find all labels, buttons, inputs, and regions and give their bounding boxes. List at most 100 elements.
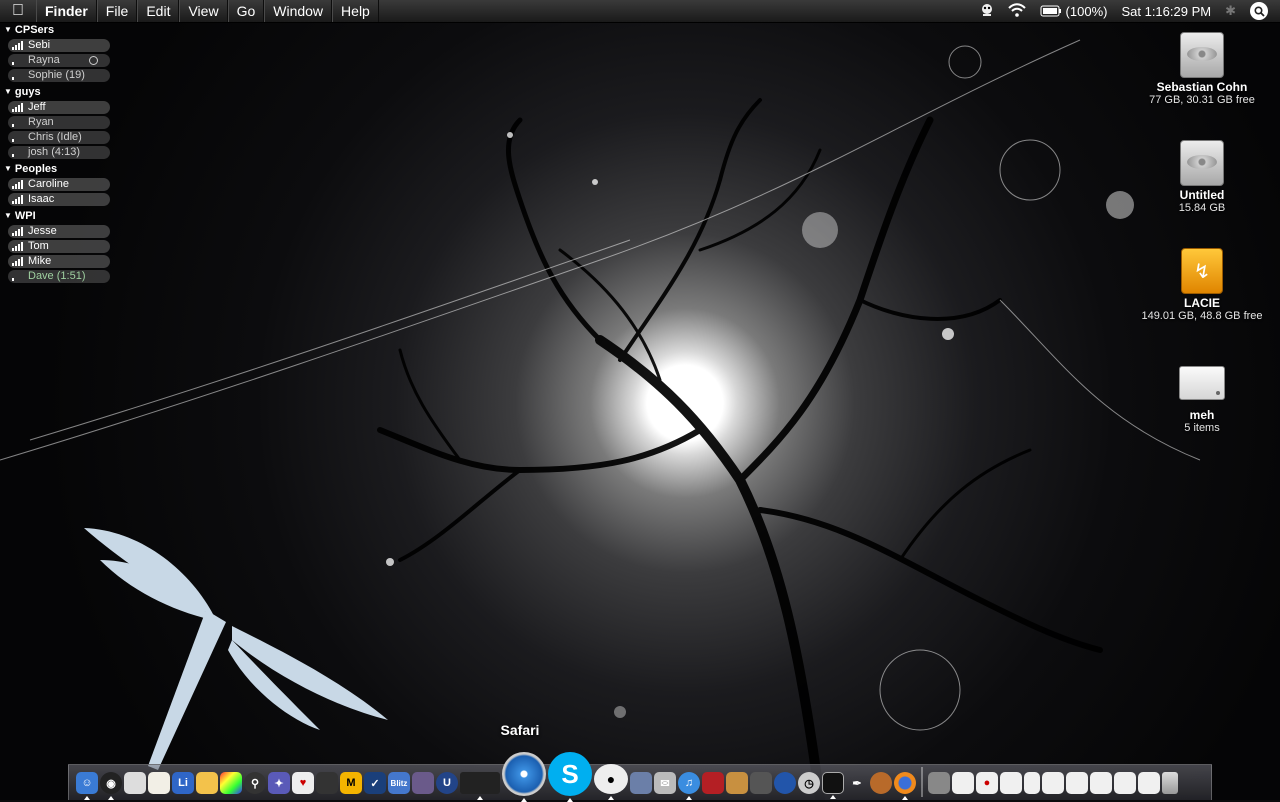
disclosure-triangle-icon[interactable]: ▼ [4,22,12,38]
buddy-ryan[interactable]: Ryan [8,116,110,129]
network-icon[interactable] [774,772,796,794]
documents-stack-icon[interactable] [928,772,950,794]
blitz-icon[interactable]: Blitz [388,772,410,794]
console-icon[interactable] [460,772,500,800]
monitor-icon[interactable] [822,772,844,799]
signal-bars-icon [12,227,24,236]
menu-edit[interactable]: Edit [137,0,180,22]
desktop-icon-info: 77 GB, 30.31 GB free [1149,94,1255,106]
group-wpi[interactable]: ▼ WPI [4,208,112,224]
buddy-tom[interactable]: Tom [8,240,110,253]
textedit-icon[interactable] [148,772,170,794]
dock: ☺ ◉ Li ⚲ ✦ ♥ M ✓ Blitz U S ● ✉ ♫ ◷ ✒ ● [68,752,1212,802]
buddy-rayna[interactable]: Rayna [8,54,110,67]
usb-drive-icon: ↯ [1181,248,1223,294]
unreal-icon[interactable]: U [436,772,458,794]
document-icon[interactable] [1114,772,1136,794]
bluetooth-icon[interactable]: ✱ [1225,3,1236,19]
clock-icon[interactable]: ◷ [798,772,820,794]
menu-go[interactable]: Go [227,0,265,22]
disclosure-triangle-icon[interactable]: ▼ [4,208,12,224]
desktop-icon-label: LACIE [1184,296,1220,310]
buddy-josh[interactable]: josh (4:13) [8,146,110,159]
buddy-chris[interactable]: Chris (Idle) [8,131,110,144]
cards-icon[interactable]: ♥ [292,772,314,794]
safari-icon[interactable] [502,752,546,802]
buddy-sebi[interactable]: Sebi [8,39,110,52]
desktop-icon-meh[interactable]: meh 5 items [1137,360,1267,434]
menu-clock[interactable]: Sat 1:16:29 PM [1121,4,1211,19]
buddy-isaac[interactable]: Isaac [8,193,110,206]
image-icon[interactable] [630,772,652,794]
group-peoples[interactable]: ▼ Peoples [4,161,112,177]
document-icon[interactable] [1042,772,1064,794]
checkmark-app-icon[interactable]: ✓ [364,772,386,794]
signal-bars-icon [12,133,24,142]
xcode-icon[interactable]: ✦ [268,772,290,794]
preview-icon[interactable] [124,772,146,794]
hard-drive-icon [1180,140,1224,186]
quill-icon[interactable]: ✒ [846,772,868,794]
desktop-icon-label: Sebastian Cohn [1156,80,1248,94]
buddy-mike[interactable]: Mike [8,255,110,268]
skype-icon[interactable]: S [548,752,592,802]
group-cpsers[interactable]: ▼ CPSers [4,22,112,38]
document-icon[interactable] [1066,772,1088,794]
document-icon[interactable] [1000,772,1022,794]
signal-bars-icon [12,272,24,281]
menu-view[interactable]: View [179,0,228,22]
apple-logo-icon[interactable]:  [0,2,36,20]
photobooth-icon[interactable] [702,772,724,794]
desktop-icon-lacie[interactable]: ↯ LACIE 149.01 GB, 48.8 GB free [1137,248,1267,322]
buddy-jesse[interactable]: Jesse [8,225,110,238]
menu-window[interactable]: Window [264,0,333,22]
group-guys[interactable]: ▼ guys [4,84,112,100]
trash-icon[interactable] [1162,772,1178,794]
desktop-icon-info: 5 items [1184,422,1220,434]
warcraft-icon[interactable] [412,772,434,794]
firefox-icon[interactable] [894,772,916,800]
disclosure-triangle-icon[interactable]: ▼ [4,161,12,177]
buddy-jeff[interactable]: Jeff [8,101,110,114]
document-icon[interactable]: ● [976,772,998,794]
buddy-caroline[interactable]: Caroline [8,178,110,191]
adium-duck-icon[interactable] [980,3,994,20]
dock-hover-label: Safari [500,722,540,738]
color-picker-icon[interactable] [220,772,242,794]
desktop-icon-untitled[interactable]: Untitled 15.84 GB [1137,140,1267,214]
signal-bars-icon [12,242,24,251]
desktop-icon-sebastian-cohn[interactable]: Sebastian Cohn 77 GB, 30.31 GB free [1137,32,1267,106]
desktop-wallpaper [0,0,1280,800]
disclosure-triangle-icon[interactable]: ▼ [4,84,12,100]
adium-icon[interactable]: ● [594,764,628,800]
vlc-icon[interactable]: Li [172,772,194,794]
spotlight-icon[interactable] [1250,2,1268,20]
menu-finder[interactable]: Finder [36,0,97,22]
magnifier-icon[interactable]: ⚲ [244,772,266,794]
buddy-sophie[interactable]: Sophie (19) [8,69,110,82]
mail-icon[interactable]: ✉ [654,772,676,794]
document-icon[interactable] [1024,772,1040,794]
buddy-dave[interactable]: Dave (1:51) [8,270,110,283]
signal-bars-icon [12,180,24,189]
hard-drive-icon [1180,32,1224,78]
wifi-icon[interactable] [1007,2,1026,20]
acorn-icon[interactable] [870,772,892,794]
menu-file[interactable]: File [96,0,138,22]
m-app-icon[interactable]: M [340,772,362,794]
lightspeed-icon[interactable] [316,772,338,794]
iphoto-icon[interactable] [726,772,748,794]
signal-bars-icon [12,71,24,80]
buddy-list: ▼ CPSers Sebi Rayna Sophie (19) ▼ guys Jef… [4,22,112,285]
docs-stack-icon[interactable] [952,772,974,794]
finder-icon[interactable]: ☺ [76,772,98,800]
menu-help[interactable]: Help [332,0,379,22]
battery-icon[interactable]: (100%) [1040,4,1107,19]
signal-bars-icon [12,56,24,65]
pages-icon[interactable] [196,772,218,794]
document-icon[interactable] [1138,772,1160,794]
dashboard-icon[interactable]: ◉ [100,772,122,800]
document-icon[interactable] [1090,772,1112,794]
terminal-icon[interactable] [750,772,772,794]
itunes-icon[interactable]: ♫ [678,772,700,800]
